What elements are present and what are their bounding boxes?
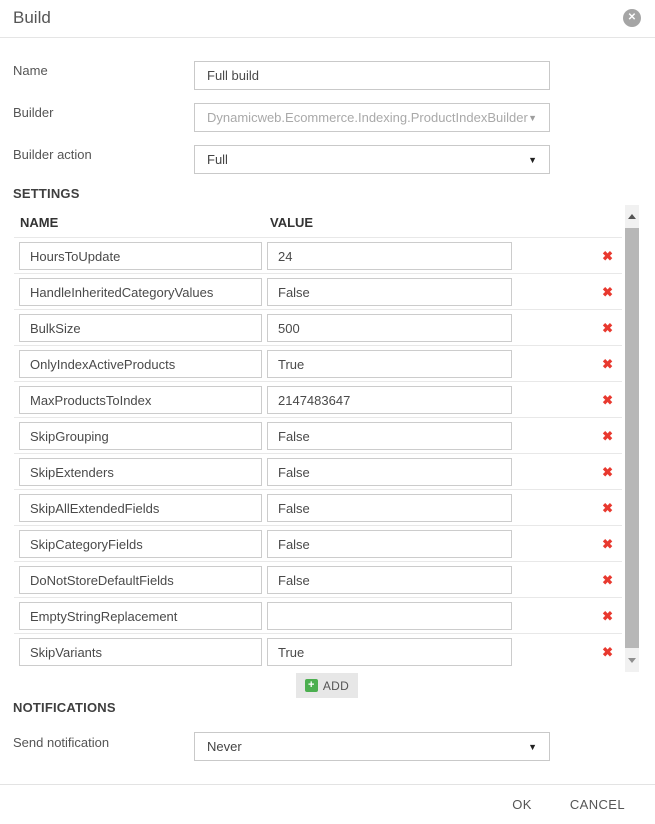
- delete-icon[interactable]: ✖: [602, 321, 613, 334]
- build-dialog: Build ✕ Name Builder Dynamicweb.Ecommerc…: [0, 0, 655, 824]
- setting-name-input[interactable]: [19, 422, 262, 450]
- setting-value-input[interactable]: [267, 458, 512, 486]
- setting-name-input[interactable]: [19, 458, 262, 486]
- setting-value-input[interactable]: [267, 350, 512, 378]
- setting-value-input[interactable]: [267, 494, 512, 522]
- setting-name-input[interactable]: [19, 494, 262, 522]
- send-notification-select-value: Never: [207, 739, 242, 754]
- setting-name-input[interactable]: [19, 314, 262, 342]
- dialog-header: Build ✕: [0, 0, 655, 38]
- settings-row: ✖: [14, 417, 622, 453]
- close-icon[interactable]: ✕: [623, 9, 641, 27]
- builder-action-label: Builder action: [13, 147, 92, 162]
- setting-name-input[interactable]: [19, 242, 262, 270]
- delete-icon[interactable]: ✖: [602, 357, 613, 370]
- delete-icon[interactable]: ✖: [602, 465, 613, 478]
- setting-value-input[interactable]: [267, 422, 512, 450]
- setting-value-input[interactable]: [267, 602, 512, 630]
- setting-value-input[interactable]: [267, 314, 512, 342]
- delete-icon[interactable]: ✖: [602, 393, 613, 406]
- settings-row: ✖: [14, 597, 622, 633]
- chevron-down-icon: ▼: [528, 742, 537, 752]
- delete-icon[interactable]: ✖: [602, 501, 613, 514]
- name-label: Name: [13, 63, 48, 78]
- chevron-down-icon: ▼: [528, 113, 537, 123]
- delete-icon[interactable]: ✖: [602, 609, 613, 622]
- name-input[interactable]: [194, 61, 550, 90]
- settings-row: ✖: [14, 453, 622, 489]
- settings-row: ✖: [14, 273, 622, 309]
- delete-icon[interactable]: ✖: [602, 573, 613, 586]
- setting-name-input[interactable]: [19, 386, 262, 414]
- settings-table: ✖ ✖ ✖ ✖ ✖ ✖ ✖: [0, 237, 655, 669]
- setting-name-input[interactable]: [19, 350, 262, 378]
- add-button-label: ADD: [323, 679, 349, 693]
- column-header-value: VALUE: [270, 215, 313, 230]
- chevron-down-icon: ▼: [528, 155, 537, 165]
- column-header-name: NAME: [20, 215, 58, 230]
- plus-icon: +: [305, 679, 318, 692]
- builder-action-select[interactable]: Full ▼: [194, 145, 550, 174]
- dialog-title: Build: [13, 8, 51, 28]
- builder-label: Builder: [13, 105, 53, 120]
- delete-icon[interactable]: ✖: [602, 285, 613, 298]
- setting-value-input[interactable]: [267, 638, 512, 666]
- scroll-up-button[interactable]: [625, 205, 639, 228]
- settings-row: ✖: [14, 525, 622, 561]
- triangle-up-icon: [628, 214, 636, 219]
- delete-icon[interactable]: ✖: [602, 249, 613, 262]
- setting-name-input[interactable]: [19, 566, 262, 594]
- settings-row: ✖: [14, 381, 622, 417]
- setting-value-input[interactable]: [267, 242, 512, 270]
- delete-icon[interactable]: ✖: [602, 645, 613, 658]
- settings-row: ✖: [14, 309, 622, 345]
- dialog-footer: OK CANCEL: [0, 784, 655, 824]
- setting-name-input[interactable]: [19, 638, 262, 666]
- setting-name-input[interactable]: [19, 278, 262, 306]
- builder-select-value: Dynamicweb.Ecommerce.Indexing.ProductInd…: [207, 110, 528, 125]
- scroll-down-button[interactable]: [625, 648, 639, 672]
- builder-action-select-value: Full: [207, 152, 228, 167]
- notifications-section-header: NOTIFICATIONS: [13, 700, 116, 715]
- setting-value-input[interactable]: [267, 278, 512, 306]
- cancel-button[interactable]: CANCEL: [570, 797, 625, 812]
- setting-name-input[interactable]: [19, 602, 262, 630]
- settings-row: ✖: [14, 489, 622, 525]
- send-notification-select[interactable]: Never ▼: [194, 732, 550, 761]
- add-button[interactable]: + ADD: [296, 673, 358, 698]
- settings-scrollbar[interactable]: [625, 205, 639, 672]
- setting-value-input[interactable]: [267, 530, 512, 558]
- setting-value-input[interactable]: [267, 386, 512, 414]
- settings-row: ✖: [14, 561, 622, 597]
- settings-row: ✖: [14, 237, 622, 273]
- scrollbar-thumb[interactable]: [625, 228, 639, 648]
- triangle-down-icon: [628, 658, 636, 663]
- settings-row: ✖: [14, 345, 622, 381]
- setting-value-input[interactable]: [267, 566, 512, 594]
- setting-name-input[interactable]: [19, 530, 262, 558]
- settings-row: ✖: [14, 633, 622, 669]
- delete-icon[interactable]: ✖: [602, 429, 613, 442]
- send-notification-label: Send notification: [13, 735, 109, 750]
- delete-icon[interactable]: ✖: [602, 537, 613, 550]
- ok-button[interactable]: OK: [512, 797, 532, 812]
- settings-section-header: SETTINGS: [13, 186, 80, 201]
- builder-select: Dynamicweb.Ecommerce.Indexing.ProductInd…: [194, 103, 550, 132]
